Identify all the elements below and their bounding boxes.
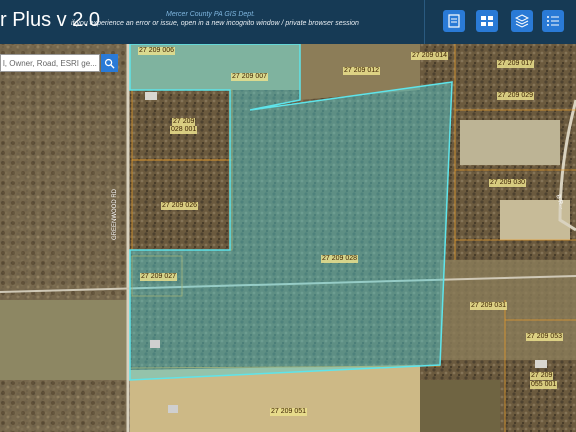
- list-icon: [547, 16, 559, 26]
- parcel-label: 028 001: [170, 126, 198, 134]
- legend-button[interactable]: [443, 10, 465, 32]
- parcel-label: 27 209 007: [231, 73, 269, 81]
- parcel-label: 27 209 029: [497, 92, 535, 100]
- layer-list-button[interactable]: [511, 10, 533, 32]
- parcel-label: 27 209 006: [138, 47, 176, 55]
- map-view[interactable]: 27 209 006 27 209 007 27 209 012 27 209 …: [0, 44, 576, 432]
- credit-text: Mercer County PA GIS Dept.: [166, 11, 256, 18]
- list-button[interactable]: [542, 10, 564, 32]
- document-icon: [448, 14, 460, 28]
- parcel-label: 27 209 051: [270, 408, 308, 416]
- parcel-label: 055 001: [530, 381, 558, 389]
- parcel-label: 27 209: [530, 372, 554, 380]
- basemap-gallery-button[interactable]: [476, 10, 498, 32]
- parcel-label: 27 209: [172, 118, 196, 126]
- parcel-label: 27 209 053: [526, 333, 564, 341]
- parcel-label: 27 209 028: [321, 255, 359, 263]
- notice-text: if you experience an error or issue, ope…: [71, 20, 359, 27]
- parcel-label: 27 209 026: [161, 202, 199, 210]
- search-button[interactable]: [101, 54, 118, 72]
- road-label: GREENWOOD RD: [112, 189, 118, 240]
- parcel-label: 27 209 030: [489, 179, 527, 187]
- search-input[interactable]: [0, 54, 100, 72]
- parcel-label: 27 209 014: [411, 52, 449, 60]
- parcel-label: 27 209 027: [140, 273, 178, 281]
- toolbar: [424, 0, 576, 44]
- layers-icon: [515, 14, 529, 28]
- parcel-label: 27 209 031: [470, 302, 508, 310]
- app-header: r Plus v 2.0 Mercer County PA GIS Dept. …: [0, 0, 576, 44]
- search-bar: [0, 54, 118, 72]
- gallery-icon: [481, 16, 493, 26]
- search-icon: [104, 58, 115, 69]
- parcel-label: 27 209 017: [497, 60, 535, 68]
- parcel-label: 27 209 012: [343, 67, 381, 75]
- aerial-imagery: [0, 44, 576, 432]
